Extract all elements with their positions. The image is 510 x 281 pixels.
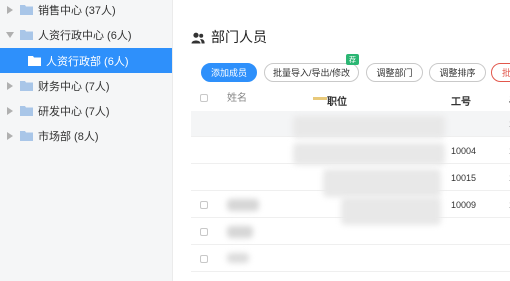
- row-checkbox[interactable]: [200, 228, 208, 236]
- adjust-dept-label: 调整部门: [376, 68, 413, 78]
- folder-icon: [20, 105, 33, 116]
- folder-icon: [20, 80, 33, 91]
- add-member-button[interactable]: 添加成员: [201, 63, 257, 82]
- tree-item-hr-admin-center[interactable]: 人资行政中心 (6人): [0, 22, 172, 47]
- app-window: 销售中心 (37人) 人资行政中心 (6人) 人资行政部 (6人) 财务中心 (…: [0, 0, 510, 281]
- recommend-badge: 荐: [346, 54, 359, 65]
- folder-icon: [28, 55, 41, 66]
- row-checkbox[interactable]: [200, 255, 208, 263]
- toolbar: 添加成员 批量导入/导出/修改 调整部门 调整排序 批: [201, 63, 510, 83]
- folder-icon: [20, 29, 33, 40]
- caret-right-icon[interactable]: [6, 130, 14, 142]
- row-checkbox[interactable]: [200, 201, 208, 209]
- caret-down-icon[interactable]: [6, 29, 14, 41]
- caret-right-icon[interactable]: [6, 4, 14, 16]
- tree-item-finance[interactable]: 财务中心 (7人): [0, 73, 172, 98]
- adjust-order-button[interactable]: 调整排序: [429, 63, 486, 82]
- caret-right-icon[interactable]: [6, 105, 14, 117]
- batch-import-label: 批量导入/导出/修改: [272, 68, 350, 78]
- table-header: 姓名 职位 工号 手: [191, 85, 510, 111]
- department-tree: 销售中心 (37人) 人资行政中心 (6人) 人资行政部 (6人) 财务中心 (…: [0, 0, 173, 281]
- users-icon: [191, 31, 205, 44]
- folder-icon: [20, 130, 33, 141]
- employee-no-cell: 10009: [451, 200, 477, 210]
- employee-no-header: 工号: [451, 97, 471, 108]
- tree-item-label: 人资行政部 (6人): [46, 55, 129, 68]
- redacted-area: [293, 143, 445, 165]
- tree-item-label: 研发中心 (7人): [38, 105, 110, 118]
- caret-right-icon[interactable]: [6, 80, 14, 92]
- delete-label: 批: [502, 68, 510, 78]
- tree-item-sales[interactable]: 销售中心 (37人): [0, 0, 172, 22]
- select-all-checkbox[interactable]: [200, 94, 208, 102]
- redacted-area: [341, 197, 441, 225]
- batch-import-export-button[interactable]: 批量导入/导出/修改: [264, 63, 359, 82]
- adjust-order-label: 调整排序: [439, 68, 476, 78]
- position-header-marker: [313, 97, 327, 100]
- page-title: 部门人员: [191, 27, 267, 47]
- redacted-area: [323, 169, 441, 197]
- position-header: 职位: [327, 97, 347, 108]
- add-member-label: 添加成员: [210, 68, 247, 78]
- tree-item-hr-admin-dept[interactable]: 人资行政部 (6人): [0, 48, 172, 73]
- tree-item-label: 销售中心 (37人): [38, 4, 116, 17]
- tree-item-label: 市场部 (8人): [38, 130, 99, 143]
- employee-no-cell: 10015: [451, 173, 477, 183]
- name-redacted: [227, 253, 249, 263]
- folder-icon: [20, 4, 33, 15]
- redacted-area: [293, 116, 445, 138]
- main-panel: 部门人员 添加成员 批量导入/导出/修改 调整部门 调整排序 批 荐 姓名 职位…: [173, 0, 510, 281]
- tree-item-rnd[interactable]: 研发中心 (7人): [0, 98, 172, 123]
- page-title-text: 部门人员: [211, 29, 267, 45]
- tree-item-label: 人资行政中心 (6人): [38, 29, 132, 42]
- adjust-department-button[interactable]: 调整部门: [366, 63, 423, 82]
- tree-item-marketing[interactable]: 市场部 (8人): [0, 123, 172, 148]
- tree-item-label: 财务中心 (7人): [38, 80, 110, 93]
- delete-button[interactable]: 批: [491, 63, 510, 82]
- employee-no-cell: 10004: [451, 146, 477, 156]
- name-redacted: [227, 199, 259, 211]
- table-row[interactable]: [191, 246, 510, 272]
- name-redacted: [227, 226, 253, 238]
- name-header: 姓名: [227, 93, 247, 104]
